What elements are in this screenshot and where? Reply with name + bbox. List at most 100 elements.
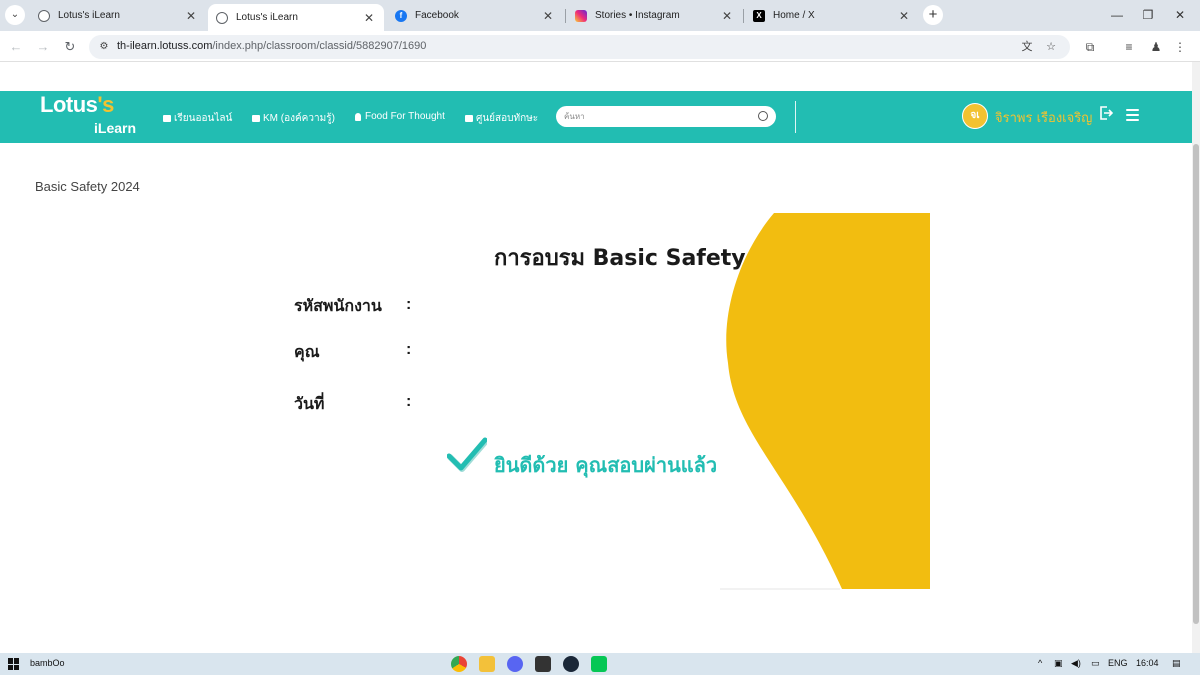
success-message: ยินดีด้วย คุณสอบผ่านแล้ว [494,453,718,477]
media-controls-icon[interactable]: ≡ [1120,38,1138,56]
close-window-button[interactable]: ✕ [1165,5,1195,25]
logo-subtitle: iLearn [94,120,137,136]
forward-icon[interactable]: → [33,37,53,57]
browser-tab-strip: ⌄ Lotus's iLearn ✕ Lotus's iLearn ✕ f Fa… [0,0,1200,31]
file-explorer-icon[interactable] [479,656,495,672]
reload-icon[interactable]: ↻ [60,37,80,57]
certificate: การอบรม Basic Safety รหัสพนักงาน : คุณ :… [0,212,1192,592]
nav-online-learning[interactable]: เรียนออนไลน์ [163,111,232,126]
tab-title: Home / X [773,10,815,21]
nav-label: ศูนย์สอบทักษะ [476,113,539,124]
book-icon [163,115,171,122]
globe-icon [216,11,228,24]
bookmark-star-icon[interactable]: ☆ [1043,39,1059,55]
avatar[interactable]: จเ [962,103,988,129]
field-colon: : [406,393,412,410]
x-icon: X [753,9,765,22]
search-box [556,106,776,127]
close-icon[interactable]: ✕ [720,9,734,23]
notifications-icon[interactable]: ▤ [1172,658,1181,669]
logout-icon[interactable] [1099,106,1113,120]
steam-icon[interactable] [563,656,579,672]
more-options-icon[interactable]: ⋮ [1171,38,1189,56]
checkmark-icon [447,437,487,472]
facebook-icon: f [395,9,407,22]
tab-title: Lotus's iLearn [58,10,120,21]
tab-separator [743,9,744,23]
tab-title: Stories • Instagram [595,10,680,21]
line-icon[interactable] [591,656,607,672]
logo-mark: 's [97,92,114,117]
page-title: Basic Safety 2024 [35,179,140,194]
tab-search-button[interactable]: ⌄ [5,5,25,25]
chrome-icon[interactable] [451,656,467,672]
taskbar-user-label[interactable]: bambOo [30,658,65,668]
name-label: คุณ [294,342,320,361]
translate-icon[interactable]: 文 [1019,39,1035,55]
header-divider [795,101,796,133]
instagram-icon [575,9,587,22]
nav-label: เรียนออนไลน์ [174,113,233,124]
site-info-icon[interactable]: ⚙ [97,40,111,54]
extensions-icon[interactable]: ⧉ [1081,38,1099,56]
search-icon[interactable] [758,111,768,121]
certificate-decoration [720,213,930,590]
browser-tab[interactable]: Stories • Instagram ✕ [567,5,742,26]
nav-label: Food For Thought [365,111,445,122]
site-header: Lotus's iLearn เรียนออนไลน์ KM (องค์ความ… [0,91,1192,143]
url-text[interactable]: th-ilearn.lotuss.com/index.php/classroom… [117,40,426,52]
discord-icon[interactable] [507,656,523,672]
close-icon[interactable]: ✕ [897,9,911,23]
url-host: th-ilearn.lotuss.com [117,40,213,52]
scrollbar-thumb[interactable] [1193,144,1199,624]
tab-separator [565,9,566,23]
maximize-button[interactable]: ❐ [1133,5,1163,25]
language-indicator[interactable]: ENG [1108,658,1128,668]
nav-km[interactable]: KM (องค์ความรู้) [252,111,335,126]
certificate-title: การอบรม Basic Safety [494,246,746,271]
epic-games-icon[interactable] [535,656,551,672]
camera-icon[interactable]: ▣ [1054,658,1063,669]
close-icon[interactable]: ✕ [541,9,555,23]
volume-icon[interactable]: ◀) [1071,658,1081,669]
user-name[interactable]: จิราพร เรืองเจริญ [995,107,1092,128]
logo-wordmark: Lotus's [40,92,114,118]
browser-tab[interactable]: Lotus's iLearn ✕ [30,5,206,26]
network-icon[interactable]: ▭ [1091,658,1100,669]
address-bar[interactable]: ⚙ th-ilearn.lotuss.com/index.php/classro… [89,35,1070,59]
tab-title: Lotus's iLearn [236,12,298,23]
field-colon: : [406,341,412,358]
browser-tab[interactable]: X Home / X ✕ [745,5,919,26]
lightbulb-icon [355,112,361,121]
search-input[interactable] [564,109,754,124]
date-label: วันที่ [294,394,325,413]
clock[interactable]: 16:04 [1136,658,1159,668]
nav-food-for-thought[interactable]: Food For Thought [355,111,445,122]
windows-start-icon[interactable] [8,658,20,670]
new-tab-button[interactable]: + [923,5,943,25]
url-path: /index.php/classroom/classid/5882907/169… [212,40,427,52]
employee-id-label: รหัสพนักงาน [294,296,382,315]
page-scrollbar[interactable] [1192,62,1200,653]
page-content: Lotus's iLearn เรียนออนไลน์ KM (องค์ความ… [0,62,1192,653]
minimize-button[interactable]: — [1102,5,1132,25]
close-icon[interactable]: ✕ [184,9,198,23]
nav-skill-test-center[interactable]: ศูนย์สอบทักษะ [465,111,538,126]
tab-title: Facebook [415,10,459,21]
globe-icon [38,9,50,22]
browser-tab[interactable]: f Facebook ✕ [387,5,563,26]
tray-chevron-icon[interactable]: ^ [1038,658,1042,668]
profile-icon[interactable]: ♟ [1147,38,1165,56]
close-icon[interactable]: ✕ [362,11,376,25]
os-taskbar: bambOo ^ ▣ ◀) ▭ ENG 16:04 ▤ [0,653,1200,675]
back-icon[interactable]: ← [6,37,26,57]
site-logo[interactable]: Lotus's iLearn [40,92,150,142]
browser-tab-active[interactable]: Lotus's iLearn ✕ [208,4,384,31]
browser-toolbar: ← → ↻ ⚙ th-ilearn.lotuss.com/index.php/c… [0,31,1200,62]
field-colon: : [406,296,412,313]
logo-text: Lotus [40,92,98,117]
book-icon [252,115,260,122]
hamburger-menu-icon[interactable] [1126,109,1139,121]
nav-label: KM (องค์ความรู้) [263,113,335,124]
folder-icon [465,115,473,122]
